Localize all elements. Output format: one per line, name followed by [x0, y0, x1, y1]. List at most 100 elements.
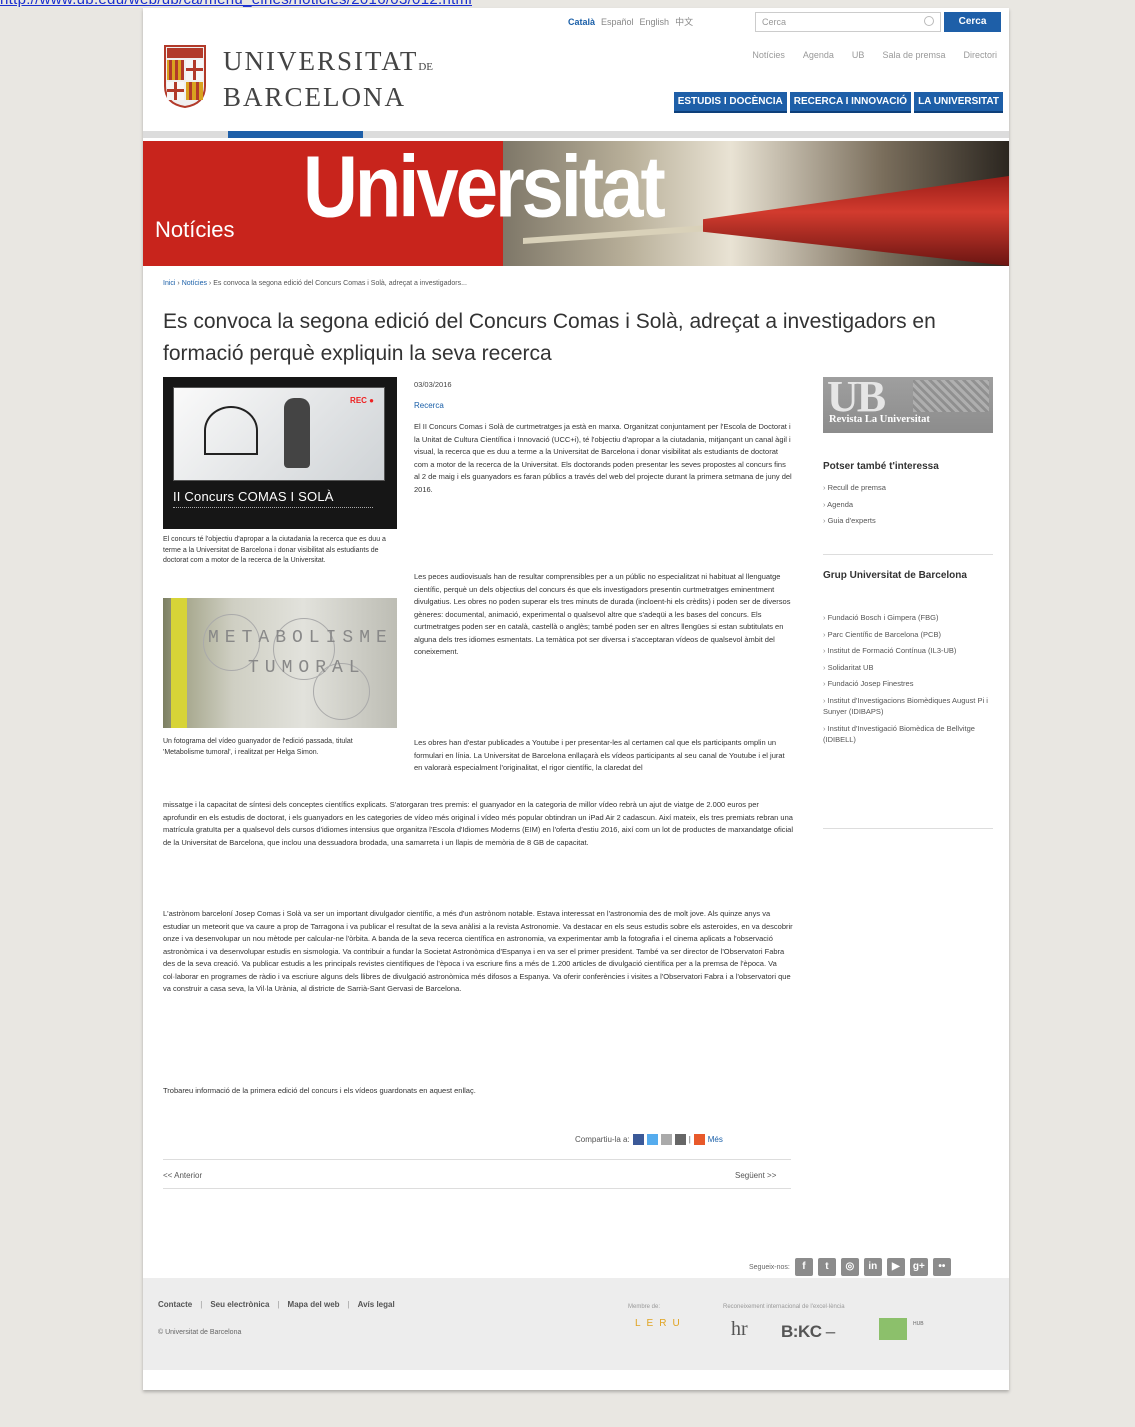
divider	[163, 1188, 791, 1189]
sidebar-related-list: Recull de premsa Agenda Guia d'experts	[823, 482, 991, 532]
hub-logo[interactable]	[879, 1318, 907, 1340]
breadcrumb-home[interactable]: Inici	[163, 280, 175, 287]
article-paragraph-3b: missatge i la capacitat de síntesi dels …	[163, 800, 793, 847]
sidebar-link[interactable]: Solidaritat UB	[823, 662, 991, 674]
addthis-icon[interactable]	[693, 1134, 705, 1145]
twitter-share-icon[interactable]	[646, 1134, 658, 1145]
facebook-share-icon[interactable]	[632, 1134, 644, 1145]
image-subtitle-line	[173, 507, 373, 516]
top-link[interactable]: Directori	[963, 50, 997, 60]
image-caption-1: El concurs té l'objectiu d'apropar a la …	[163, 536, 386, 564]
flickr-icon[interactable]: ••	[932, 1258, 951, 1276]
share-label: Compartiu-la a:	[575, 1135, 630, 1144]
share-bar: Compartiu-la a: | Més	[575, 1134, 723, 1145]
image-title-text: II Concurs COMAS I SOLÀ	[173, 489, 334, 504]
share-more-link[interactable]: Més	[708, 1135, 723, 1144]
breadcrumb: Inici › Notícies › Es convoca la segona …	[163, 280, 467, 287]
sidebar-divider	[823, 828, 993, 829]
footer-separator: |	[200, 1300, 203, 1309]
search-button[interactable]: Cerca	[944, 12, 1001, 32]
top-links: Notícies Agenda UB Sala de premsa Directori	[734, 50, 997, 60]
sidebar-link[interactable]: Recull de premsa	[823, 482, 991, 494]
article-category-link[interactable]: Recerca	[414, 401, 444, 410]
next-article-link[interactable]: Següent >>	[735, 1171, 776, 1180]
language-option[interactable]: Català	[568, 17, 595, 27]
instagram-icon[interactable]: ◎	[840, 1258, 859, 1276]
footer: Contacte | Seu electrònica | Mapa del web | Av…	[143, 1278, 1009, 1370]
image-band	[171, 598, 187, 728]
email-share-icon[interactable]	[660, 1134, 672, 1145]
sidebar-link[interactable]: Institut d'Investigacions Biomèdiques Au…	[823, 695, 991, 718]
breadcrumb-news[interactable]: Notícies	[182, 280, 207, 287]
search-input[interactable]: Cerca	[755, 12, 941, 32]
social-follow: Segueix-nos: f t ◎ in ▶ g+ ••	[749, 1258, 951, 1276]
sidebar-link[interactable]: Guia d'experts	[823, 515, 991, 527]
sidebar-heading-related: Potser també t'interessa	[823, 461, 939, 472]
top-link[interactable]: Sala de premsa	[882, 50, 945, 60]
article-paragraph-1: El II Concurs Comas i Solà de curtmetrat…	[414, 422, 792, 494]
footer-link[interactable]: Contacte	[158, 1300, 192, 1309]
revista-banner[interactable]: UB Revista La Universitat	[823, 377, 993, 433]
language-option[interactable]: English	[640, 17, 670, 27]
image-screen: REC ●	[173, 387, 385, 481]
main-nav-item[interactable]: ESTUDIS I DOCÈNCIA	[673, 92, 787, 113]
twitter-icon[interactable]: t	[817, 1258, 836, 1276]
google-plus-icon[interactable]: g+	[909, 1258, 928, 1276]
member-label: Membre de:	[628, 1304, 661, 1310]
page: Català Español English 中文 Cerca Cerca UNIVE…	[143, 8, 1009, 1390]
top-link[interactable]: Agenda	[803, 50, 834, 60]
sidebar-link[interactable]: Institut d'Investigació Biomèdica de Bel…	[823, 723, 991, 746]
sidebar-group-list: Fundació Bosch i Gimpera (FBG) Parc Cient…	[823, 612, 991, 751]
print-icon[interactable]	[674, 1134, 686, 1145]
revista-title: Revista La Universitat	[829, 414, 930, 425]
top-link[interactable]: Notícies	[752, 50, 785, 60]
section-banner: Universitat Notícies	[143, 141, 1009, 266]
copyright: © Universitat de Barcelona	[158, 1329, 242, 1336]
main-navigation: ESTUDIS I DOCÈNCIA RECERCA I INNOVACIÓ LA …	[673, 92, 1003, 113]
sidebar-link[interactable]: Fundació Josep Finestres	[823, 678, 991, 690]
main-nav-item[interactable]: RECERCA I INNOVACIÓ	[789, 92, 912, 113]
university-wordmark[interactable]: UNIVERSITATDE BARCELONA	[223, 46, 433, 112]
article-paragraph-2: Les peces audiovisuals han de resultar c…	[414, 572, 791, 656]
image-word-2: TUMORAL	[248, 658, 366, 678]
recognition-label: Reconeixement internacional de l'excel·l…	[723, 1304, 845, 1310]
sidebar-link[interactable]: Agenda	[823, 499, 991, 511]
image-caption-2: Un fotograma del vídeo guanyador de l'ed…	[163, 738, 353, 756]
article-image-video-still[interactable]: METABOLISME TUMORAL	[163, 598, 397, 728]
article-paragraph-5: Trobareu informació de la primera edició…	[163, 1086, 476, 1095]
sidebar-divider	[823, 554, 993, 555]
image-lamp	[204, 406, 258, 455]
sidebar-link[interactable]: Institut de Formació Contínua (IL3-UB)	[823, 645, 991, 657]
footer-link[interactable]: Mapa del web	[288, 1300, 340, 1309]
language-switcher: Català Español English 中文	[568, 15, 699, 28]
sidebar-link[interactable]: Parc Científic de Barcelona (PCB)	[823, 629, 991, 641]
linkedin-icon[interactable]: in	[863, 1258, 882, 1276]
article-paragraph-3a: Les obres han d'estar publicades a Youtu…	[414, 738, 785, 772]
top-link[interactable]: UB	[852, 50, 865, 60]
article-paragraph-4: L'astrònom barceloní Josep Comas i Solà …	[163, 909, 793, 993]
bkc-logo[interactable]: B:KC ▬▬	[781, 1322, 835, 1342]
banner-section-title: Notícies	[155, 217, 235, 242]
facebook-icon[interactable]: f	[794, 1258, 813, 1276]
sidebar-link[interactable]: Fundació Bosch i Gimpera (FBG)	[823, 612, 991, 624]
footer-link[interactable]: Avís legal	[358, 1300, 395, 1309]
sidebar-heading-group: Grup Universitat de Barcelona	[823, 570, 967, 581]
article-image-contest[interactable]: REC ● II Concurs COMAS I SOLÀ	[163, 377, 397, 529]
youtube-icon[interactable]: ▶	[886, 1258, 905, 1276]
hub-logo-text: HUB	[913, 1321, 924, 1327]
rec-indicator: REC ●	[350, 396, 374, 405]
breadcrumb-current: Es convoca la segona edició del Concurs …	[213, 280, 467, 287]
previous-article-link[interactable]: << Anterior	[163, 1171, 202, 1180]
ub-shield-logo[interactable]	[163, 42, 207, 108]
footer-link[interactable]: Seu electrònica	[210, 1300, 269, 1309]
footer-links: Contacte | Seu electrònica | Mapa del web | Av…	[158, 1300, 403, 1309]
search-icon	[924, 16, 934, 26]
main-nav-item[interactable]: LA UNIVERSITAT	[914, 92, 1003, 113]
leru-logo[interactable]: LERU	[635, 1318, 680, 1330]
language-option[interactable]: 中文	[675, 17, 693, 27]
language-option[interactable]: Español	[601, 17, 634, 27]
divider	[163, 1159, 791, 1160]
hr-excellence-logo[interactable]: hr	[731, 1318, 748, 1341]
banner-word: Universitat	[303, 141, 666, 236]
revista-pattern	[913, 380, 989, 412]
